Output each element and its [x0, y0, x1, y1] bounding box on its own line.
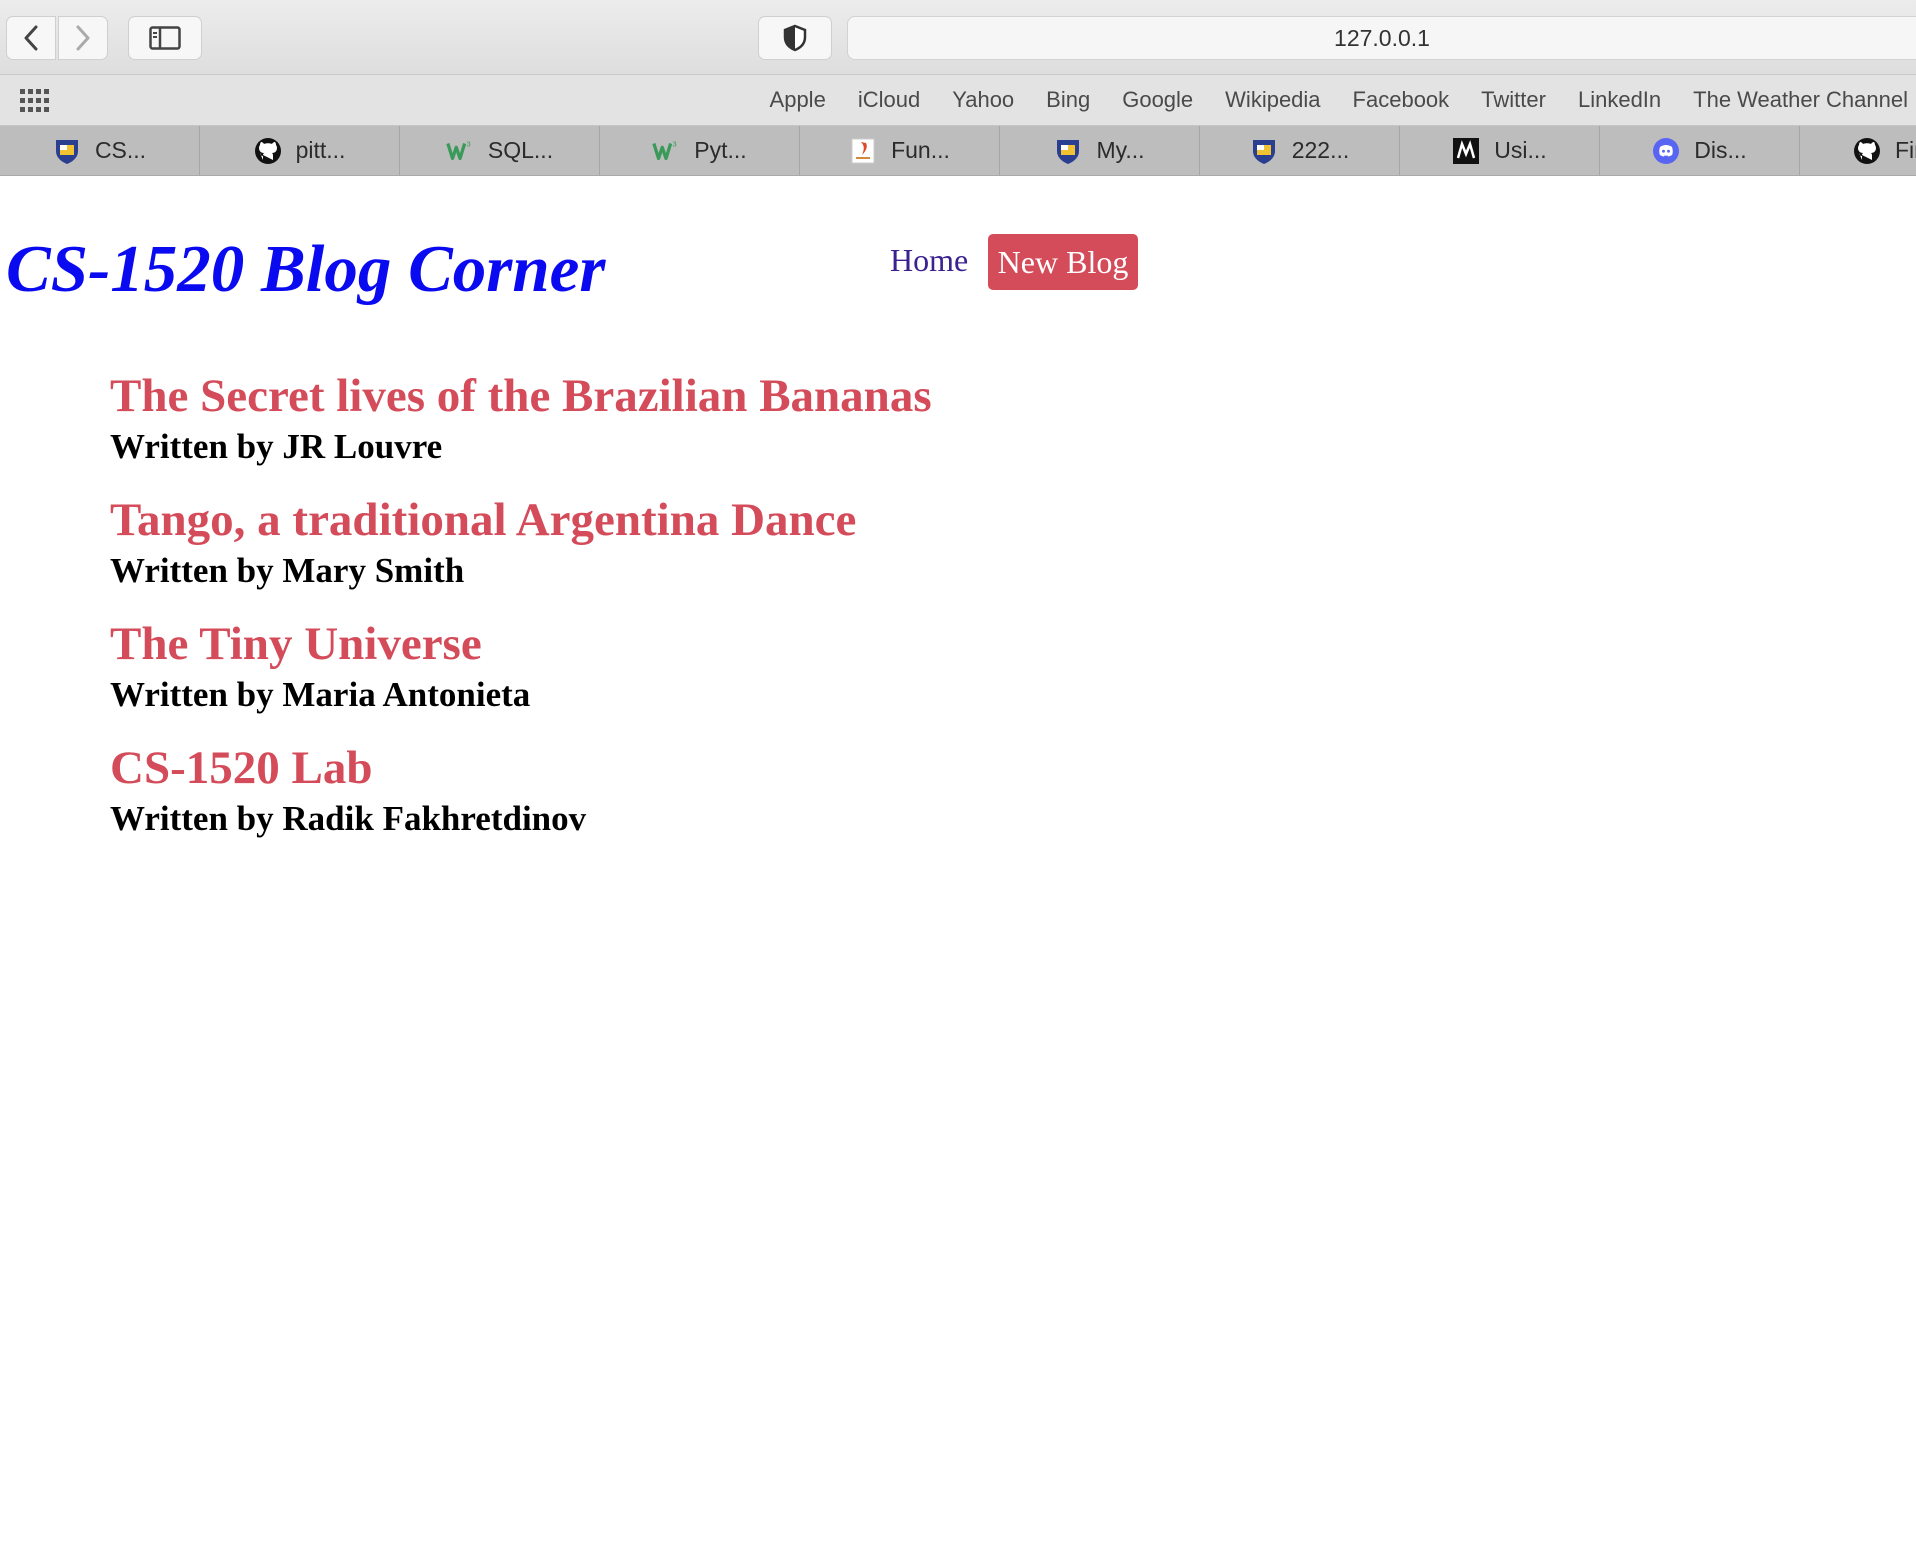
- tab-label: CS...: [94, 137, 147, 163]
- sidebar-toggle-button[interactable]: [128, 16, 202, 60]
- grid-icon[interactable]: [20, 89, 50, 113]
- pitt-shield-icon: [1057, 139, 1080, 164]
- favorite-wikipedia[interactable]: Wikipedia: [1225, 87, 1320, 113]
- favorites-bar: Apple iCloud Yahoo Bing Google Wikipedia…: [0, 75, 1916, 126]
- post-author: Written by Mary Smith: [110, 551, 465, 590]
- favorites-links: Apple iCloud Yahoo Bing Google Wikipedia…: [738, 75, 1908, 125]
- blog-post: Tango, a traditional Argentina Dance Wri…: [110, 492, 932, 616]
- post-title-link[interactable]: CS-1520 Lab: [110, 740, 932, 796]
- tab-label: Pyt...: [694, 137, 747, 163]
- tab-python[interactable]: 3 Pyt...: [600, 126, 800, 175]
- site-title: CS-1520 Blog Corner: [6, 232, 606, 306]
- favorite-weather-channel[interactable]: The Weather Channel: [1693, 87, 1908, 113]
- shield-icon: [783, 24, 807, 52]
- tab-label: 222...: [1291, 137, 1350, 163]
- tab-bar: CS... pitt... 3 SQL... 3 Pyt... Fun... M…: [0, 126, 1916, 176]
- favorite-facebook[interactable]: Facebook: [1353, 87, 1450, 113]
- tab-discord[interactable]: Dis...: [1600, 126, 1800, 175]
- m-logo-icon: [1453, 137, 1480, 164]
- privacy-report-button[interactable]: [758, 16, 832, 60]
- tab-my[interactable]: My...: [1000, 126, 1200, 175]
- favorite-apple[interactable]: Apple: [770, 87, 826, 113]
- favorite-linkedin[interactable]: LinkedIn: [1578, 87, 1661, 113]
- chevron-left-icon: [24, 25, 38, 51]
- nav-home-link[interactable]: Home: [890, 242, 968, 279]
- blog-post: The Secret lives of the Brazilian Banana…: [110, 368, 932, 492]
- blog-post: CS-1520 Lab Written by Radik Fakhretdino…: [110, 740, 932, 864]
- browser-toolbar: 127.0.0.1: [0, 0, 1916, 75]
- tab-label: Fin...: [1894, 137, 1916, 163]
- tab-label: My...: [1096, 137, 1145, 163]
- tab-sql[interactable]: 3 SQL...: [400, 126, 600, 175]
- w3schools-icon: 3: [446, 139, 471, 160]
- chevron-right-icon: [76, 25, 90, 51]
- github-icon: [254, 137, 281, 164]
- tab-label: pitt...: [295, 137, 346, 163]
- favorite-bing[interactable]: Bing: [1046, 87, 1090, 113]
- tab-fun[interactable]: Fun...: [800, 126, 1000, 175]
- favorite-twitter[interactable]: Twitter: [1481, 87, 1546, 113]
- tab-label: Dis...: [1694, 137, 1747, 163]
- pitt-shield-icon: [55, 139, 78, 164]
- svg-text:3: 3: [466, 139, 470, 148]
- new-blog-button[interactable]: New Blog: [988, 234, 1138, 290]
- address-bar[interactable]: 127.0.0.1: [847, 16, 1916, 60]
- blog-post: The Tiny Universe Written by Maria Anton…: [110, 616, 932, 740]
- w3schools-icon: 3: [652, 139, 677, 160]
- tab-cs[interactable]: CS...: [0, 126, 200, 175]
- forward-button[interactable]: [58, 16, 108, 60]
- github-icon: [1853, 137, 1880, 164]
- post-title-link[interactable]: The Secret lives of the Brazilian Banana…: [110, 368, 932, 424]
- favorite-google[interactable]: Google: [1122, 87, 1193, 113]
- sidebar-icon: [149, 26, 181, 50]
- favorite-yahoo[interactable]: Yahoo: [952, 87, 1014, 113]
- doc-icon: [851, 138, 875, 163]
- post-author: Written by JR Louvre: [110, 427, 443, 466]
- tab-label: Usi...: [1494, 137, 1547, 163]
- tab-label: Fun...: [891, 137, 950, 163]
- svg-text:3: 3: [673, 139, 677, 148]
- post-author: Written by Maria Antonieta: [110, 675, 531, 714]
- tab-pitt[interactable]: pitt...: [200, 126, 400, 175]
- favorite-icloud[interactable]: iCloud: [858, 87, 920, 113]
- blog-post-list: The Secret lives of the Brazilian Banana…: [110, 368, 932, 864]
- tab-label: SQL...: [487, 137, 554, 163]
- back-button[interactable]: [6, 16, 56, 60]
- tab-usi[interactable]: Usi...: [1400, 126, 1600, 175]
- pitt-shield-icon: [1252, 139, 1275, 164]
- tab-222[interactable]: 222...: [1200, 126, 1400, 175]
- discord-icon: [1653, 137, 1680, 164]
- post-title-link[interactable]: Tango, a traditional Argentina Dance: [110, 492, 932, 548]
- tab-fin[interactable]: Fin...: [1800, 126, 1916, 175]
- url-text: 127.0.0.1: [1334, 24, 1430, 51]
- post-author: Written by Radik Fakhretdinov: [110, 799, 587, 838]
- post-title-link[interactable]: The Tiny Universe: [110, 616, 932, 672]
